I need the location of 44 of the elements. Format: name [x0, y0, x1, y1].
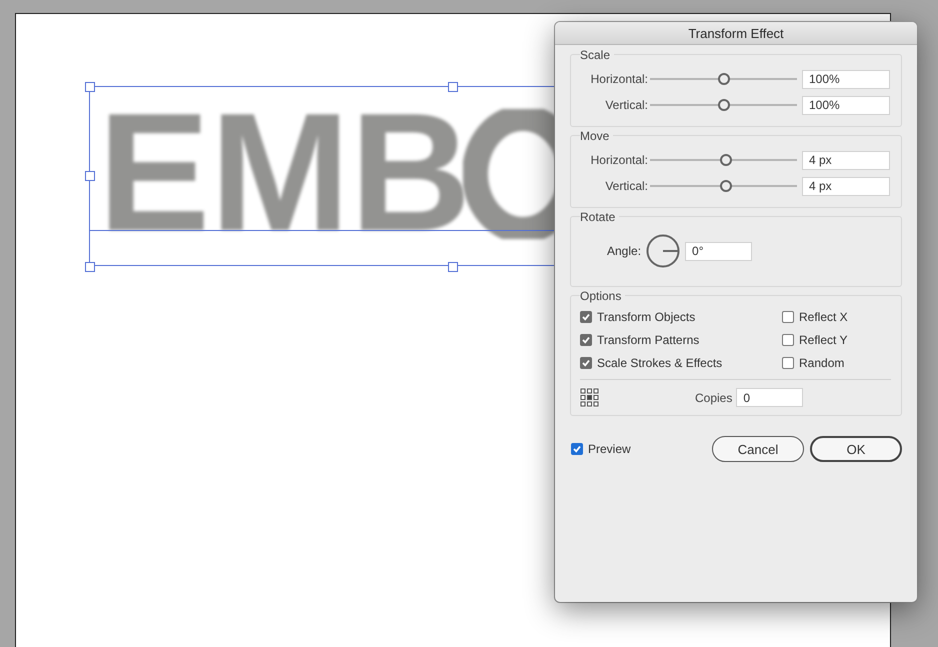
reference-point-icon[interactable] — [580, 388, 599, 407]
checkbox[interactable]: Preview — [571, 442, 631, 456]
ok-button[interactable]: OK — [810, 436, 902, 462]
selection-handle[interactable] — [85, 262, 95, 272]
group-title: Rotate — [580, 210, 620, 224]
checkbox-box[interactable] — [782, 357, 794, 369]
field-label: Copies — [695, 390, 732, 404]
angle-field[interactable]: 0° — [685, 242, 752, 260]
selection-handle[interactable] — [85, 171, 95, 181]
selection-handle[interactable] — [448, 82, 458, 92]
checkbox[interactable]: Transform Patterns — [580, 333, 782, 347]
checkbox-box[interactable] — [571, 443, 583, 455]
group-title: Move — [580, 129, 614, 143]
checkbox[interactable]: Transform Objects — [580, 310, 782, 324]
value-field[interactable]: 4 px — [802, 150, 890, 170]
selection-handle[interactable] — [448, 262, 458, 272]
checkbox[interactable]: Reflect X — [782, 310, 891, 324]
selection-handle[interactable] — [85, 82, 95, 92]
checkbox-box[interactable] — [580, 311, 592, 323]
field-label: Horizontal: — [590, 153, 648, 167]
value-field[interactable]: 4 px — [802, 176, 890, 196]
checkbox-box[interactable] — [782, 311, 794, 323]
dialog-title: Transform Effect — [555, 22, 917, 45]
checkbox[interactable]: Random — [782, 356, 891, 370]
checkbox-box[interactable] — [782, 334, 794, 346]
group-title: Options — [580, 289, 626, 303]
group-title: Scale — [580, 48, 614, 62]
field-label: Vertical: — [604, 98, 648, 112]
value-field[interactable]: 100% — [802, 70, 890, 88]
value-field[interactable]: 100% — [802, 96, 890, 114]
copies-field[interactable]: 0 — [736, 388, 804, 407]
slider-thumb[interactable] — [720, 180, 732, 192]
field-label: Horizontal: — [590, 72, 648, 86]
checkbox-box[interactable] — [580, 357, 592, 369]
field-label: Angle: — [607, 244, 642, 258]
slider-thumb[interactable] — [718, 73, 730, 85]
checkbox[interactable]: Scale Strokes & Effects — [580, 356, 782, 370]
angle-dial-icon[interactable] — [646, 234, 680, 268]
slider-thumb[interactable] — [720, 154, 732, 166]
field-label: Vertical: — [604, 179, 648, 193]
slider-thumb[interactable] — [718, 99, 730, 111]
cancel-button[interactable]: Cancel — [712, 436, 804, 462]
checkbox-box[interactable] — [580, 334, 592, 346]
checkbox[interactable]: Reflect Y — [782, 333, 891, 347]
